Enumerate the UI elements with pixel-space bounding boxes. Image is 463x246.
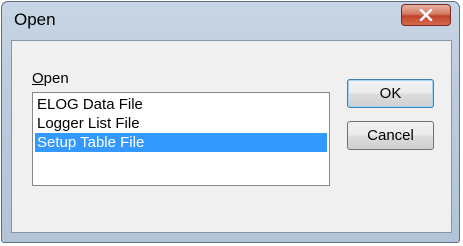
open-dialog: Open Open ELOG Data File Logger List Fil… [1, 1, 460, 243]
list-label: Open [32, 70, 69, 87]
dialog-client-area: Open ELOG Data File Logger List File Set… [11, 40, 452, 233]
file-type-list[interactable]: ELOG Data File Logger List File Setup Ta… [32, 92, 330, 186]
close-icon [419, 9, 433, 21]
cancel-button[interactable]: Cancel [347, 121, 434, 150]
list-label-mnemonic: O [32, 70, 44, 87]
close-button[interactable] [401, 4, 451, 26]
dialog-title: Open [14, 10, 56, 29]
list-item[interactable]: Logger List File [35, 114, 327, 133]
list-label-rest: pen [43, 70, 69, 87]
ok-button[interactable]: OK [347, 79, 434, 108]
list-item[interactable]: ELOG Data File [35, 95, 327, 114]
list-item-selected[interactable]: Setup Table File [35, 133, 327, 152]
